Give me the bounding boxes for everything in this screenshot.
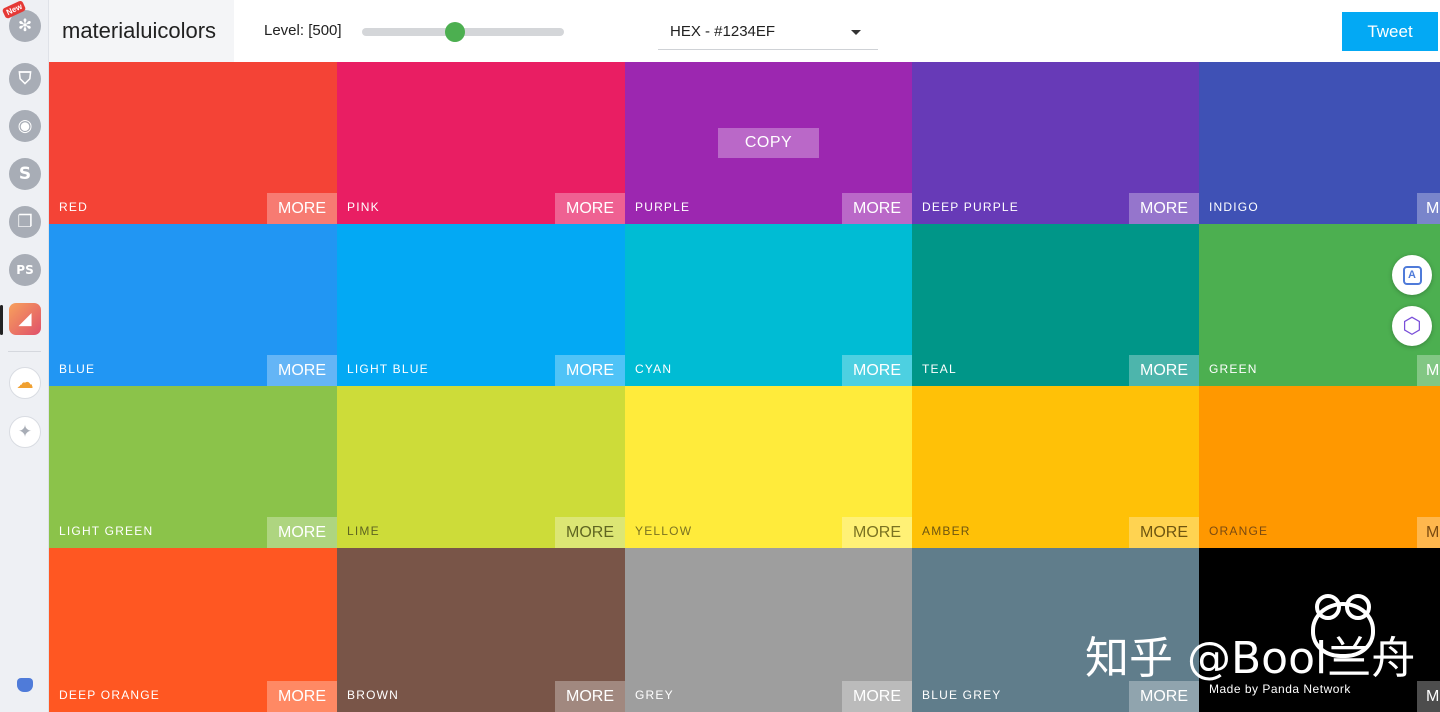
color-grid: RED MORE PINK MORE PURPLE MORE COPY DEEP PURPLE… <box>49 62 1440 712</box>
color-tile[interactable]: GREEN M <box>1199 224 1440 386</box>
color-tile[interactable]: BLUE MORE <box>49 224 337 386</box>
color-tile[interactable]: PURPLE MORE COPY <box>625 62 912 224</box>
translate-button[interactable]: A <box>1392 255 1432 295</box>
color-name: GREY <box>635 688 674 702</box>
color-name: GREEN <box>1209 362 1258 376</box>
stack-icon[interactable]: ❐ <box>9 206 41 238</box>
s-letter-icon[interactable]: S <box>9 158 41 190</box>
color-name: CYAN <box>635 362 673 376</box>
more-button[interactable]: MORE <box>555 517 625 548</box>
shield-icon[interactable]: ⛉ <box>9 63 41 95</box>
hexagon-icon: ⬡ <box>1402 313 1422 338</box>
more-button[interactable]: MORE <box>555 193 625 224</box>
cloud-icon[interactable]: ☁ <box>9 367 41 399</box>
color-tile[interactable]: DEEP ORANGE MORE <box>49 548 337 712</box>
color-name: LIGHT BLUE <box>347 362 429 376</box>
color-tile[interactable]: DEEP PURPLE MORE <box>912 62 1199 224</box>
color-name: AMBER <box>922 524 971 538</box>
color-tile[interactable]: ORANGE M <box>1199 386 1440 548</box>
color-name: PINK <box>347 200 380 214</box>
color-name: BROWN <box>347 688 399 702</box>
color-tile[interactable]: INDIGO M <box>1199 62 1440 224</box>
more-button[interactable]: MORE <box>1129 517 1199 548</box>
more-button[interactable]: MORE <box>267 193 337 224</box>
pf-icon[interactable]: PS <box>9 254 41 286</box>
chevron-down-icon <box>851 30 861 35</box>
more-button[interactable]: MORE <box>267 681 337 712</box>
color-name: TEAL <box>922 362 957 376</box>
more-button[interactable]: M <box>1417 681 1440 712</box>
extension-sidebar: ✻ New ⛉ ◉ S ❐ PS ◢ ☁ ✦ <box>0 0 49 712</box>
more-button[interactable]: MORE <box>842 517 912 548</box>
color-tile[interactable]: LIGHT GREEN MORE <box>49 386 337 548</box>
more-button[interactable]: MORE <box>842 193 912 224</box>
active-indicator <box>0 305 3 335</box>
color-tile[interactable]: AMBER MORE <box>912 386 1199 548</box>
app-window: ✻ New ⛉ ◉ S ❐ PS ◢ ☁ ✦ materialuicolors … <box>0 0 1440 712</box>
color-tile[interactable]: YELLOW MORE <box>625 386 912 548</box>
more-button[interactable]: M <box>1417 193 1440 224</box>
level-label: Level: [500] <box>264 22 342 39</box>
level-slider[interactable] <box>362 22 564 42</box>
color-tile[interactable]: TEAL MORE <box>912 224 1199 386</box>
bear-logo-icon <box>1311 594 1375 658</box>
color-tile[interactable]: LIME MORE <box>337 386 625 548</box>
sparkle-icon[interactable]: ✦ <box>9 416 41 448</box>
more-button[interactable]: MORE <box>842 355 912 386</box>
color-name: DEEP ORANGE <box>59 688 161 702</box>
color-name: BLUE GREY <box>922 688 1002 702</box>
more-button[interactable]: MORE <box>1129 355 1199 386</box>
color-name: LIME <box>347 524 380 538</box>
palette-icon[interactable]: ◉ <box>9 110 41 142</box>
more-button[interactable]: MORE <box>267 517 337 548</box>
color-name: INDIGO <box>1209 200 1259 214</box>
color-name: YELLOW <box>635 524 693 538</box>
color-name: RED <box>59 200 88 214</box>
site-title[interactable]: materialuicolors <box>49 0 234 62</box>
color-tile[interactable]: BROWN MORE <box>337 548 625 712</box>
more-button[interactable]: M <box>1417 517 1440 548</box>
more-button[interactable]: MORE <box>555 681 625 712</box>
slider-thumb[interactable] <box>444 22 465 42</box>
materialui-app-icon[interactable]: ◢ <box>9 303 41 335</box>
copy-button[interactable]: COPY <box>718 128 819 158</box>
extension-button[interactable]: ⬡ <box>1392 306 1432 346</box>
color-tile[interactable]: LIGHT BLUE MORE <box>337 224 625 386</box>
more-button[interactable]: M <box>1417 355 1440 386</box>
format-value: HEX - #1234EF <box>670 23 776 40</box>
sidebar-divider <box>8 351 41 352</box>
more-button[interactable]: MORE <box>267 355 337 386</box>
color-name: BLUE <box>59 362 96 376</box>
more-button[interactable]: MORE <box>842 681 912 712</box>
color-tile[interactable]: GREY MORE <box>625 548 912 712</box>
more-button[interactable]: MORE <box>555 355 625 386</box>
color-name: PURPLE <box>635 200 691 214</box>
color-tile[interactable]: CYAN MORE <box>625 224 912 386</box>
more-button[interactable]: MORE <box>1129 193 1199 224</box>
color-tile[interactable]: RED MORE <box>49 62 337 224</box>
color-name: DEEP PURPLE <box>922 200 1020 214</box>
top-bar: materialuicolors Level: [500] HEX - #123… <box>49 0 1440 62</box>
color-tile[interactable]: PINK MORE <box>337 62 625 224</box>
color-name: ORANGE <box>1209 524 1269 538</box>
color-name: LIGHT GREEN <box>59 524 154 538</box>
bear-icon[interactable] <box>17 678 33 692</box>
translate-icon: A <box>1402 265 1422 285</box>
format-select[interactable]: HEX - #1234EF <box>658 14 878 50</box>
tweet-button[interactable]: Tweet <box>1342 12 1438 51</box>
